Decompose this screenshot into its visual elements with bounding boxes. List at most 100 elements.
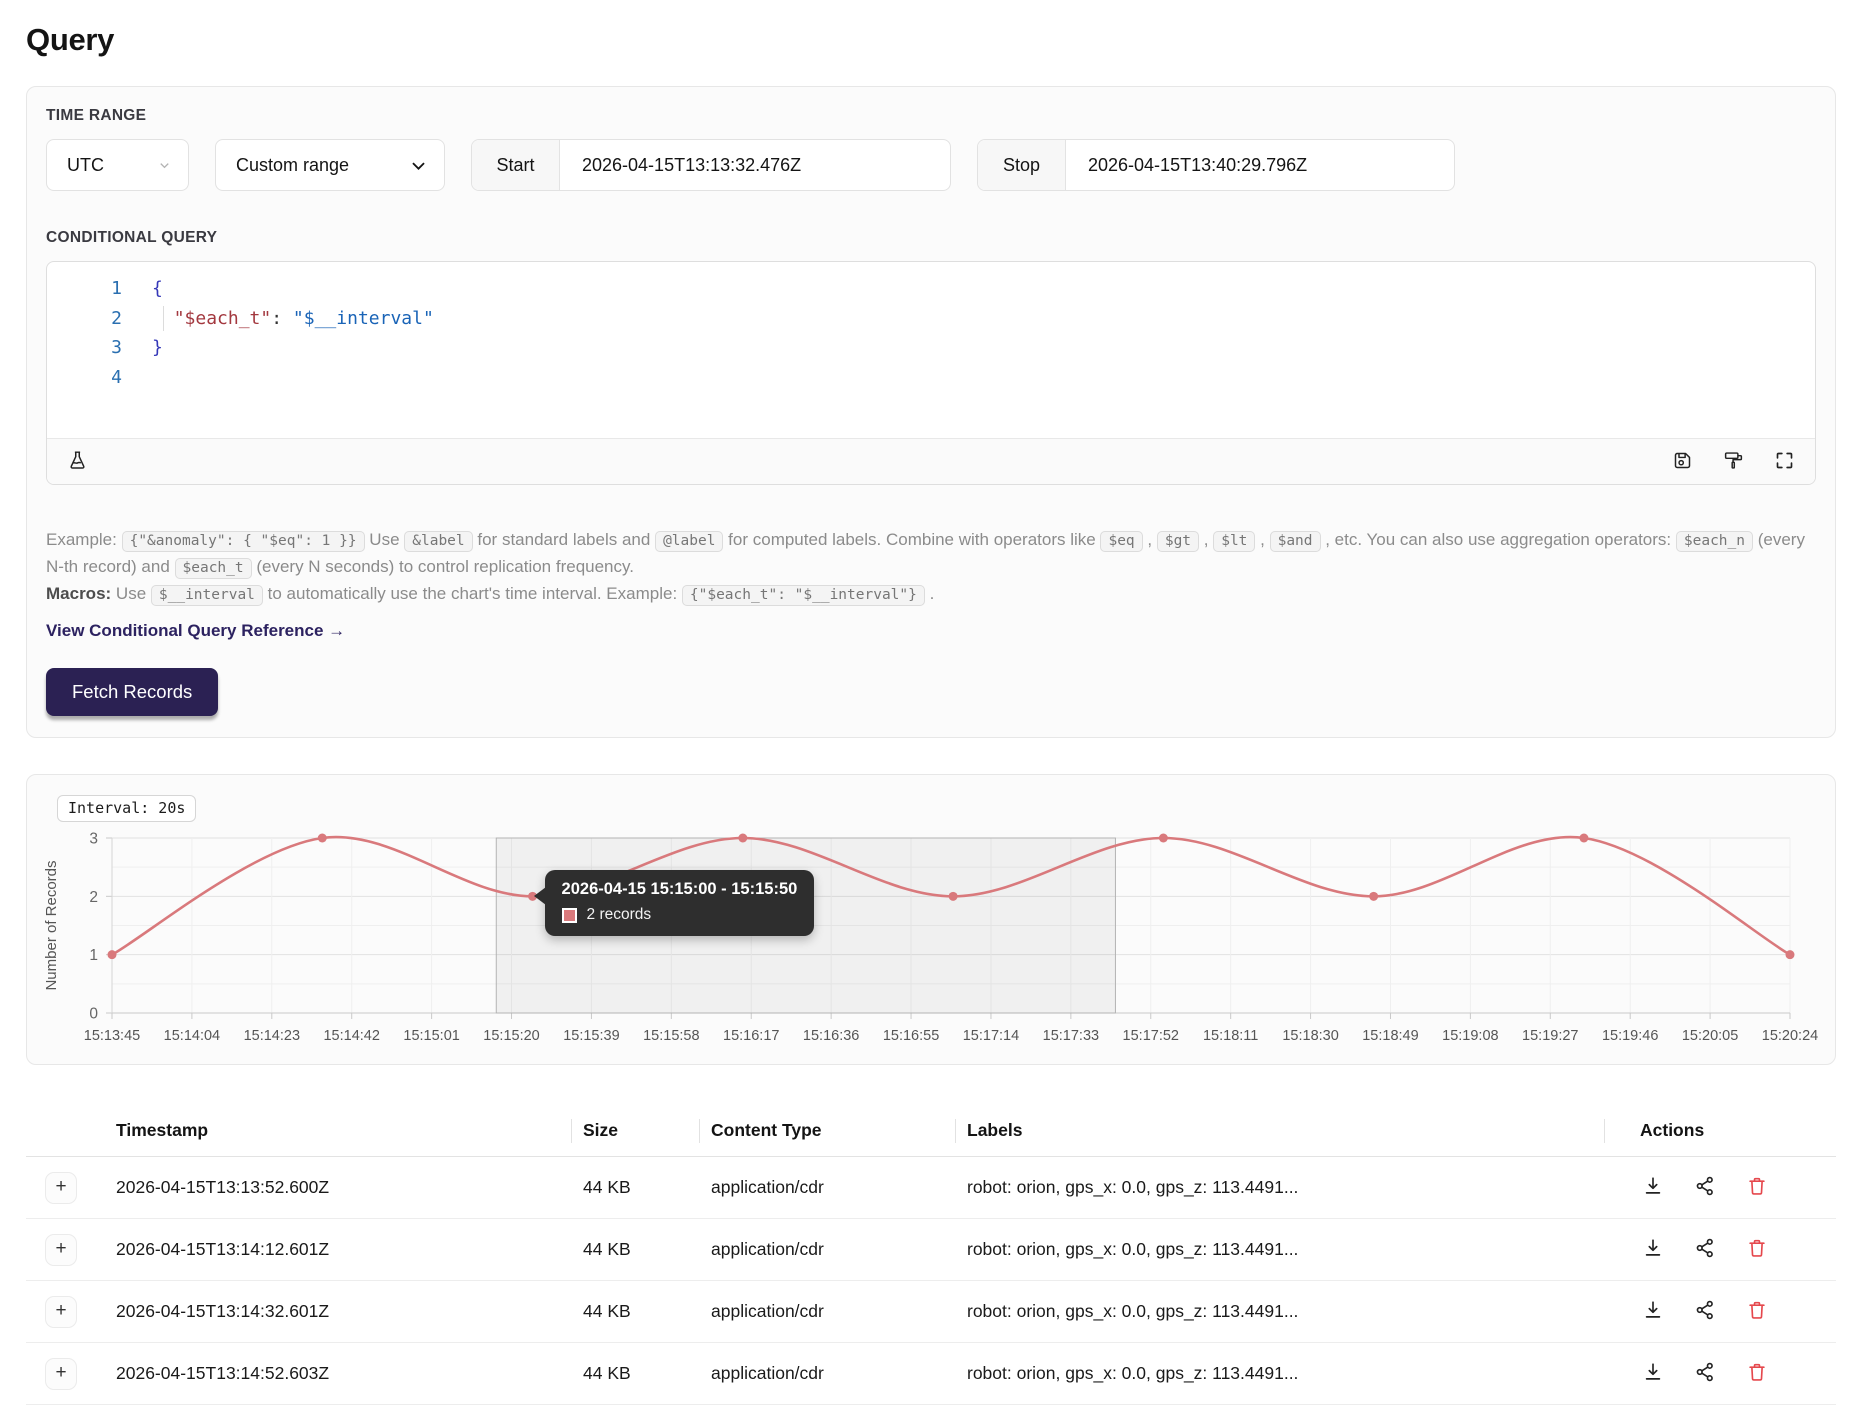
svg-text:15:15:20: 15:15:20 <box>483 1028 539 1044</box>
start-label: Start <box>472 140 560 190</box>
inline-code-chip: $gt <box>1157 531 1199 552</box>
plus-icon: + <box>55 1176 66 1198</box>
row-timestamp: 2026-04-15T13:13:52.600Z <box>96 1177 571 1198</box>
trash-icon <box>1746 1299 1768 1324</box>
svg-text:2: 2 <box>89 889 98 906</box>
share-button[interactable] <box>1692 1297 1718 1326</box>
svg-text:15:17:33: 15:17:33 <box>1043 1028 1099 1044</box>
fetch-records-button[interactable]: Fetch Records <box>46 668 218 716</box>
row-labels: robot: orion, gps_x: 0.0, gps_z: 113.449… <box>955 1177 1604 1198</box>
help-text-segment: Use <box>111 584 151 603</box>
format-code-button[interactable] <box>1721 448 1746 476</box>
svg-text:15:19:08: 15:19:08 <box>1442 1028 1498 1044</box>
plus-icon: + <box>55 1238 66 1260</box>
row-size: 44 KB <box>571 1239 699 1260</box>
plus-icon: + <box>55 1300 66 1322</box>
delete-button[interactable] <box>1744 1359 1770 1388</box>
conditional-query-editor: 1{2 "$each_t": "$__interval"3}4 <box>46 261 1816 485</box>
row-size: 44 KB <box>571 1177 699 1198</box>
svg-text:Number of Records: Number of Records <box>43 860 60 990</box>
range-preset-select[interactable]: Custom range <box>215 139 445 191</box>
svg-text:15:15:58: 15:15:58 <box>643 1028 699 1044</box>
series-swatch <box>562 908 577 923</box>
records-chart[interactable]: 15:13:4515:14:0415:14:2315:14:4215:15:01… <box>46 828 1816 1056</box>
code-text: { <box>152 274 163 304</box>
download-button[interactable] <box>1640 1173 1666 1202</box>
share-button[interactable] <box>1692 1173 1718 1202</box>
help-text-segment: , <box>1199 530 1213 549</box>
row-labels: robot: orion, gps_x: 0.0, gps_z: 113.449… <box>955 1363 1604 1384</box>
expand-row-button[interactable]: + <box>45 1234 77 1266</box>
code-line: 2 "$each_t": "$__interval" <box>47 304 1815 334</box>
help-text-segment: to automatically use the chart's time in… <box>263 584 682 603</box>
table-row: + 2026-04-15T13:13:52.600Z 44 KB applica… <box>26 1157 1836 1219</box>
svg-text:15:19:46: 15:19:46 <box>1602 1028 1658 1044</box>
expand-row-button[interactable]: + <box>45 1358 77 1390</box>
expand-row-button[interactable]: + <box>45 1296 77 1328</box>
save-icon <box>1672 450 1693 474</box>
line-number: 3 <box>47 333 122 363</box>
inline-code-chip: $eq <box>1100 531 1142 552</box>
row-labels: robot: orion, gps_x: 0.0, gps_z: 113.449… <box>955 1239 1604 1260</box>
row-timestamp: 2026-04-15T13:14:52.603Z <box>96 1363 571 1384</box>
save-query-button[interactable] <box>1670 448 1695 476</box>
help-text-segment: , etc. You can also use aggregation oper… <box>1321 530 1676 549</box>
timezone-select[interactable]: UTC <box>46 139 189 191</box>
fullscreen-icon <box>1774 450 1795 474</box>
download-button[interactable] <box>1640 1235 1666 1264</box>
svg-text:15:16:36: 15:16:36 <box>803 1028 859 1044</box>
svg-text:3: 3 <box>89 831 98 848</box>
row-size: 44 KB <box>571 1363 699 1384</box>
test-query-button[interactable] <box>65 448 90 476</box>
code-text: "$each_t": "$__interval" <box>152 304 434 334</box>
inline-code-chip: $lt <box>1213 531 1255 552</box>
inline-code-chip: $each_t <box>175 558 252 579</box>
svg-text:0: 0 <box>89 1006 98 1023</box>
records-chart-card: Interval: 20s 15:13:4515:14:0415:14:2315… <box>26 774 1836 1065</box>
line-number: 4 <box>47 363 122 393</box>
code-editor-area[interactable]: 1{2 "$each_t": "$__interval"3}4 <box>47 262 1815 438</box>
help-text-segment: , <box>1255 530 1269 549</box>
inline-code-chip: $each_n <box>1676 531 1753 552</box>
table-row: + 2026-04-15T13:14:52.603Z 44 KB applica… <box>26 1343 1836 1405</box>
download-button[interactable] <box>1640 1297 1666 1326</box>
fullscreen-button[interactable] <box>1772 448 1797 476</box>
stop-time-input[interactable]: 2026-04-15T13:40:29.796Z <box>1066 140 1329 190</box>
svg-text:15:15:39: 15:15:39 <box>563 1028 619 1044</box>
records-table: Timestamp Size Content Type Labels Actio… <box>26 1105 1836 1405</box>
plus-icon: + <box>55 1362 66 1384</box>
row-content-type: application/cdr <box>699 1363 955 1384</box>
table-header: Timestamp Size Content Type Labels Actio… <box>26 1105 1836 1157</box>
svg-text:1: 1 <box>89 947 98 964</box>
start-time-input[interactable]: 2026-04-15T13:13:32.476Z <box>560 140 823 190</box>
delete-button[interactable] <box>1744 1235 1770 1264</box>
download-icon <box>1642 1299 1664 1324</box>
time-range-controls: UTC Custom range Start 2026-04-15T13:13:… <box>46 139 1816 191</box>
help-line-macros: Macros: Use $__interval to automatically… <box>46 581 1816 608</box>
delete-button[interactable] <box>1744 1173 1770 1202</box>
query-card: TIME RANGE UTC Custom range Start 2026-0… <box>26 86 1836 738</box>
help-text-segment: Macros: <box>46 584 111 603</box>
inline-code-chip: {"&anomaly": { "$eq": 1 }} <box>122 531 365 552</box>
tooltip-time-range: 2026-04-15 15:15:00 - 15:15:50 <box>562 880 798 899</box>
time-range-label: TIME RANGE <box>46 107 1816 125</box>
svg-text:15:18:49: 15:18:49 <box>1362 1028 1418 1044</box>
share-icon <box>1694 1361 1716 1386</box>
code-lines: 1{2 "$each_t": "$__interval"3}4 <box>47 274 1815 392</box>
delete-button[interactable] <box>1744 1297 1770 1326</box>
download-button[interactable] <box>1640 1359 1666 1388</box>
svg-text:15:14:23: 15:14:23 <box>244 1028 300 1044</box>
share-button[interactable] <box>1692 1235 1718 1264</box>
help-line-example: Example: {"&anomaly": { "$eq": 1 }} Use … <box>46 527 1816 581</box>
share-button[interactable] <box>1692 1359 1718 1388</box>
expand-row-button[interactable]: + <box>45 1172 77 1204</box>
help-text-segment: Use <box>365 530 405 549</box>
help-text-segment: . <box>925 584 934 603</box>
inline-code-chip: @label <box>655 531 723 552</box>
interval-badge: Interval: 20s <box>57 795 196 822</box>
svg-text:15:16:17: 15:16:17 <box>723 1028 779 1044</box>
start-time-group: Start 2026-04-15T13:13:32.476Z <box>471 139 951 191</box>
conditional-query-reference-link[interactable]: View Conditional Query Reference → <box>46 618 345 644</box>
stop-label: Stop <box>978 140 1066 190</box>
help-text-segment: for computed labels. Combine with operat… <box>723 530 1100 549</box>
